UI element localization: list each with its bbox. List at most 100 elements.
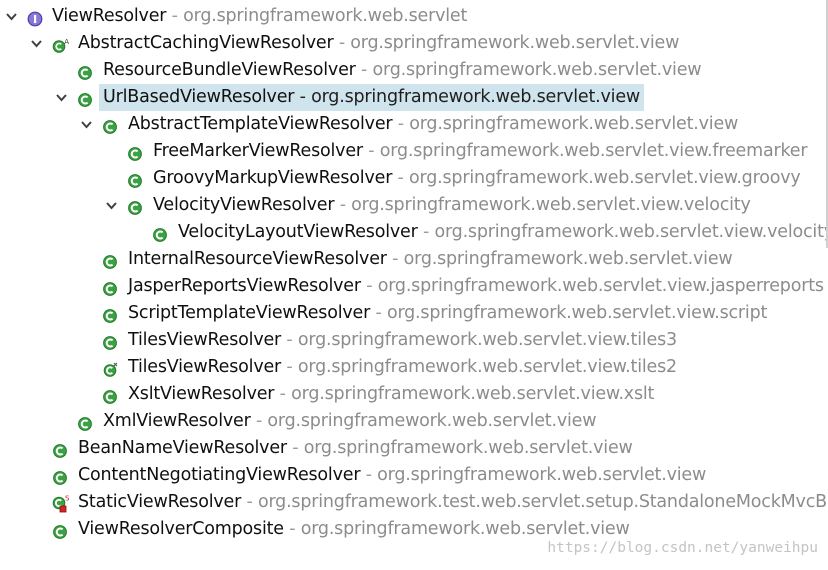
separator: - [286,438,304,458]
separator: - [370,303,387,323]
separator: - [392,168,410,188]
type-name: TilesViewResolver [128,357,282,377]
separator: - [360,465,378,485]
tree-row-script-template-view-resolver[interactable]: ScriptTemplateViewResolver - org.springf… [0,300,828,327]
package-name: org.springframework.web.servlet.view.scr… [386,303,768,323]
tree-row-freemarker-view-resolver[interactable]: FreeMarkerViewResolver - org.springframe… [0,138,828,165]
package-name: org.springframework.web.servlet.view [303,438,633,458]
tree-row-label[interactable]: ViewResolver - org.springframework.web.s… [52,3,467,30]
separator: - [281,357,298,377]
type-name: TilesViewResolver [128,330,282,350]
tree-row-groovy-markup-view-resolver[interactable]: GroovyMarkupViewResolver - org.springfra… [0,165,828,192]
package-name: org.springframework.web.servlet.view.xsl… [291,384,655,404]
separator: - [362,141,380,161]
package-name: org.springframework.web.servlet.view [267,411,597,431]
tree-row-resource-bundle-view-resolver[interactable]: ResourceBundleViewResolver - org.springf… [0,57,828,84]
class-icon [52,441,68,458]
type-name: BeanNameViewResolver [78,438,287,458]
tree-row-label-selected[interactable]: UrlBasedViewResolver - org.springframewo… [99,84,644,111]
chevron-down-icon[interactable] [29,30,43,57]
tree-row-velocity-layout-view-resolver[interactable]: VelocityLayoutViewResolver - org.springf… [0,219,828,246]
type-name: UrlBasedViewResolver [103,87,295,107]
chevron-down-icon[interactable] [104,192,118,219]
package-name: org.springframework.web.servlet.view.gro… [409,168,801,188]
package-name: org.springframework.web.servlet.view.vel… [434,222,828,242]
tree-row-static-view-resolver[interactable]: S StaticViewResolver - org.springframewo… [0,489,828,516]
type-name: VelocityLayoutViewResolver [178,222,418,242]
type-name: ViewResolverComposite [78,519,284,539]
type-name: FreeMarkerViewResolver [153,141,363,161]
tree-row-label[interactable]: StaticViewResolver - org.springframework… [78,489,828,516]
type-name: AbstractTemplateViewResolver [128,114,393,134]
class-icon [77,414,93,431]
chevron-down-icon[interactable] [54,84,68,111]
tree-row-content-negotiating-view-resolver[interactable]: ContentNegotiatingViewResolver - org.spr… [0,462,828,489]
svg-text:S: S [65,495,70,503]
tree-row-internal-resource-view-resolver[interactable]: InternalResourceViewResolver - org.sprin… [0,246,828,273]
tree-row-label[interactable]: FreeMarkerViewResolver - org.springframe… [153,138,808,165]
class-icon [77,63,93,80]
chevron-down-icon[interactable] [79,111,93,138]
tree-row-label[interactable]: InternalResourceViewResolver - org.sprin… [128,246,733,273]
tree-row-label[interactable]: JasperReportsViewResolver - org.springfr… [128,273,824,300]
class-icon [102,117,118,134]
tree-row-tiles-view-resolver-tiles2[interactable]: TilesViewResolver - org.springframework.… [0,354,828,381]
tree-row-jasper-reports-view-resolver[interactable]: JasperReportsViewResolver - org.springfr… [0,273,828,300]
tree-row-tiles-view-resolver-tiles3[interactable]: TilesViewResolver - org.springframework.… [0,327,828,354]
tree-row-label[interactable]: XsltViewResolver - org.springframework.w… [128,381,654,408]
abstract-class-icon: A [52,36,70,53]
separator: - [294,87,312,107]
tree-row-bean-name-view-resolver[interactable]: BeanNameViewResolver - org.springframewo… [0,435,828,462]
tree-row-view-resolver-composite[interactable]: ViewResolverComposite - org.springframew… [0,516,828,543]
type-name: InternalResourceViewResolver [128,249,387,269]
tree-row-label[interactable]: AbstractTemplateViewResolver - org.sprin… [128,111,738,138]
tree-row-label[interactable]: ScriptTemplateViewResolver - org.springf… [128,300,767,327]
package-name: org.springframework.web.servlet.view [403,249,733,269]
separator: - [355,60,373,80]
package-name: org.springframework.web.servlet.view [377,465,707,485]
tree-row-label[interactable]: XmlViewResolver - org.springframework.we… [103,408,597,435]
tree-row-label[interactable]: ContentNegotiatingViewResolver - org.spr… [78,462,706,489]
static-private-class-icon: S [52,495,70,513]
package-name: org.springframework.web.servlet.view.fre… [379,141,808,161]
separator: - [333,33,351,53]
package-name: org.springframework.web.servlet [183,6,468,26]
package-name: org.springframework.web.servlet.view [311,87,640,107]
class-icon [102,333,118,350]
class-icon [52,522,68,539]
tree-row-view-resolver[interactable]: ViewResolver - org.springframework.web.s… [0,3,828,30]
package-name: org.springframework.web.servlet.view.jas… [377,276,824,296]
tree-row-label[interactable]: VelocityViewResolver - org.springframewo… [153,192,751,219]
tree-row-label[interactable]: GroovyMarkupViewResolver - org.springfra… [153,165,801,192]
tree-row-xslt-view-resolver[interactable]: XsltViewResolver - org.springframework.w… [0,381,828,408]
class-icon [102,252,118,269]
package-name: org.springframework.web.servlet.view [372,60,702,80]
tree-row-label[interactable]: ViewResolverComposite - org.springframew… [78,516,630,543]
tree-row-url-based-view-resolver[interactable]: UrlBasedViewResolver - org.springframewo… [0,84,828,111]
deprecated-class-icon [102,360,118,377]
svg-text:A: A [64,38,69,46]
chevron-down-icon[interactable] [4,3,18,30]
tree-row-velocity-view-resolver[interactable]: VelocityViewResolver - org.springframewo… [0,192,828,219]
type-name: GroovyMarkupViewResolver [153,168,393,188]
tree-row-label[interactable]: ResourceBundleViewResolver - org.springf… [103,57,702,84]
tree-row-label[interactable]: AbstractCachingViewResolver - org.spring… [78,30,679,57]
tree-row-xml-view-resolver[interactable]: XmlViewResolver - org.springframework.we… [0,408,828,435]
tree-row-label[interactable]: BeanNameViewResolver - org.springframewo… [78,435,633,462]
class-icon [102,387,118,404]
type-name: XmlViewResolver [103,411,251,431]
tree-row-label[interactable]: VelocityLayoutViewResolver - org.springf… [178,219,828,246]
class-icon [52,468,68,485]
separator: - [283,519,301,539]
tree-row-abstract-template-view-resolver[interactable]: AbstractTemplateViewResolver - org.sprin… [0,111,828,138]
type-name: StaticViewResolver [78,492,242,512]
class-icon [152,225,168,242]
package-name: org.springframework.web.servlet.view.vel… [351,195,751,215]
separator: - [386,249,404,269]
type-name: ContentNegotiatingViewResolver [78,465,361,485]
tree-row-abstract-caching-view-resolver[interactable]: A AbstractCachingViewResolver - org.spri… [0,30,828,57]
type-name: VelocityViewResolver [153,195,335,215]
class-icon [127,171,143,188]
tree-row-label[interactable]: TilesViewResolver - org.springframework.… [128,354,677,381]
tree-row-label[interactable]: TilesViewResolver - org.springframework.… [128,327,677,354]
